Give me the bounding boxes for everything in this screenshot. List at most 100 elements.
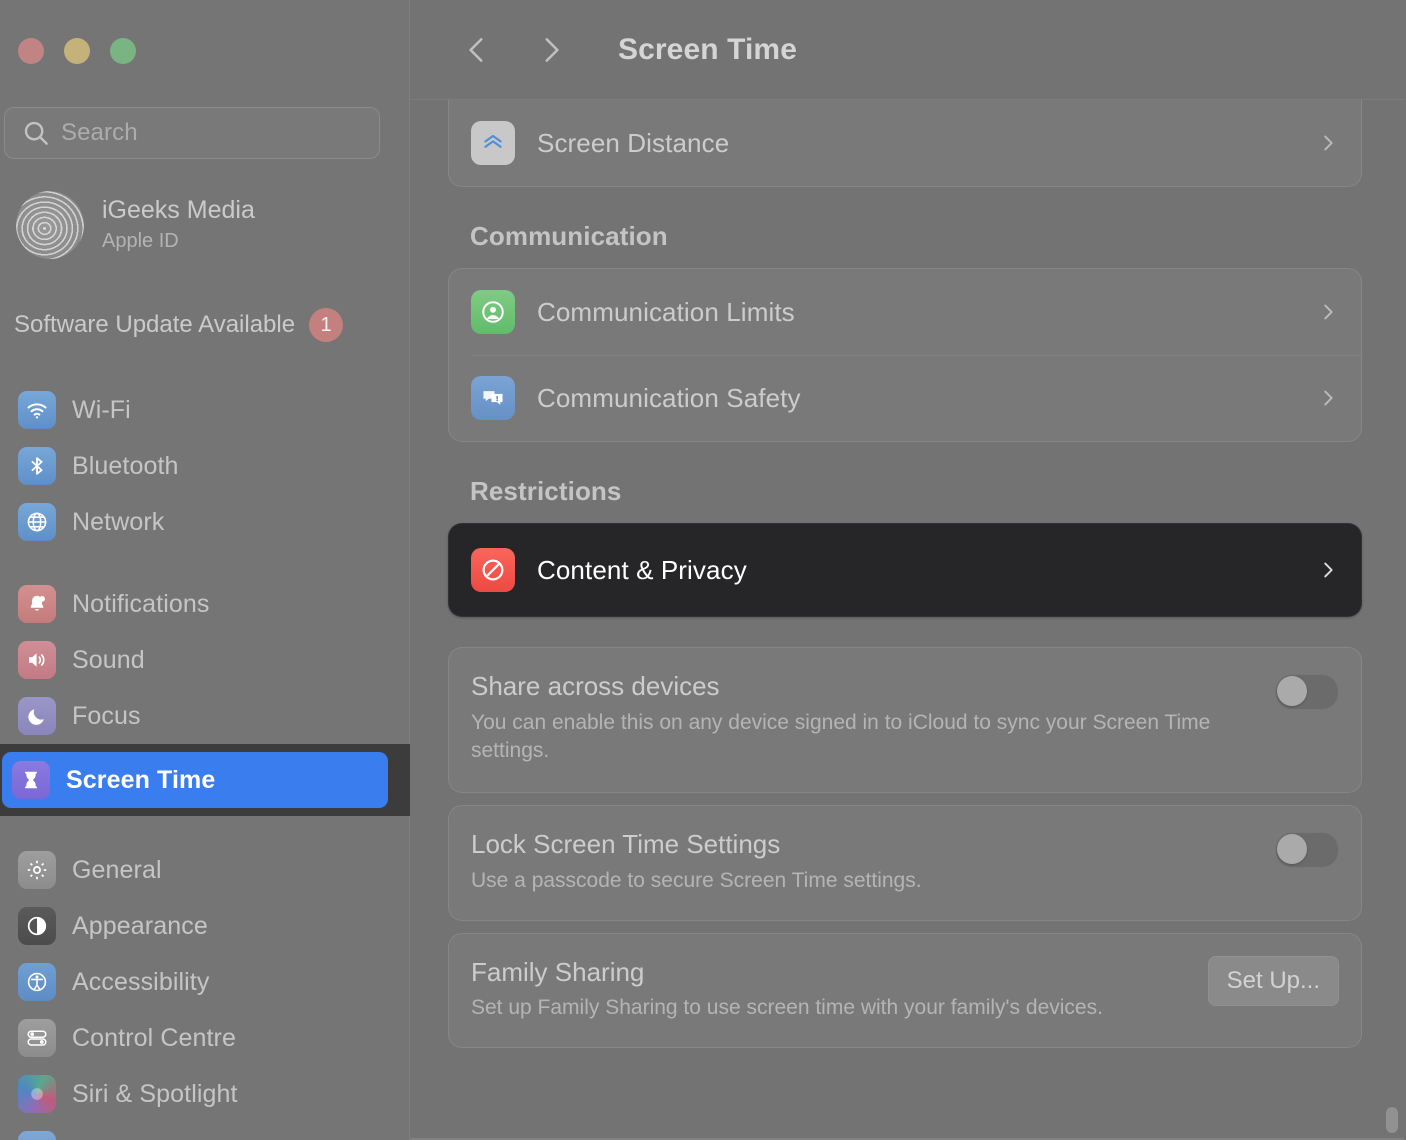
- search-input[interactable]: Search: [4, 107, 380, 159]
- sidebar-item-label: Focus: [72, 702, 141, 731]
- sidebar-item-bluetooth[interactable]: Bluetooth: [12, 438, 398, 494]
- chevron-right-icon[interactable]: [524, 23, 578, 77]
- sidebar-group-system: Notifications Sound: [0, 576, 410, 816]
- lock-screen-time-card: Lock Screen Time Settings Use a passcode…: [448, 805, 1362, 920]
- screen-distance-icon: [471, 121, 515, 165]
- gear-icon: [18, 851, 56, 889]
- sidebar-item-label: General: [72, 856, 162, 885]
- sidebar-item-screen-time[interactable]: Screen Time: [0, 744, 410, 816]
- sidebar-item-control-centre[interactable]: Control Centre: [12, 1010, 398, 1066]
- sidebar-group-general: General Appearance: [0, 842, 410, 1140]
- share-across-devices-description: You can enable this on any device signed…: [471, 709, 1251, 767]
- sidebar-item-notifications[interactable]: Notifications: [12, 576, 398, 632]
- sidebar-nav: Wi-Fi Bluetooth: [0, 382, 410, 1140]
- toggle-knob: [1277, 834, 1307, 864]
- sidebar-item-network[interactable]: Network: [12, 494, 398, 550]
- share-across-devices-title: Share across devices: [471, 670, 1255, 703]
- sidebar-item-label: Wi-Fi: [72, 396, 131, 425]
- traffic-lights: [18, 38, 136, 64]
- chevron-left-icon[interactable]: [450, 23, 504, 77]
- page-title: Screen Time: [618, 33, 797, 67]
- update-badge: 1: [309, 308, 343, 342]
- sidebar-item-wifi[interactable]: Wi-Fi: [12, 382, 398, 438]
- lock-screen-time-description: Use a passcode to secure Screen Time set…: [471, 867, 1251, 896]
- communication-safety-icon: [471, 376, 515, 420]
- share-across-devices-toggle[interactable]: [1275, 674, 1339, 710]
- section-title-communication: Communication: [470, 221, 1362, 252]
- lock-screen-time-title: Lock Screen Time Settings: [471, 828, 1255, 861]
- sidebar-item-siri-spotlight[interactable]: Siri & Spotlight: [12, 1066, 398, 1122]
- switches-icon: [18, 1019, 56, 1057]
- system-settings-window: Search iGeeks Media Apple ID Software Up…: [0, 0, 1406, 1140]
- communication-card: Communication Limits: [448, 268, 1362, 442]
- sidebar-item-label: Notifications: [72, 590, 209, 619]
- close-button[interactable]: [18, 38, 44, 64]
- chevron-right-icon: [1317, 132, 1339, 154]
- account-row[interactable]: iGeeks Media Apple ID: [12, 185, 392, 265]
- network-icon: [18, 503, 56, 541]
- section-title-restrictions: Restrictions: [470, 476, 1362, 507]
- vertical-scrollbar[interactable]: [1386, 1107, 1398, 1133]
- sidebar-item-label: Network: [72, 508, 164, 537]
- chevron-right-icon: [1317, 387, 1339, 409]
- sidebar-item-label: Bluetooth: [72, 452, 179, 481]
- chevron-right-icon: [1317, 559, 1339, 581]
- row-label: Content & Privacy: [537, 555, 747, 586]
- row-content-privacy[interactable]: Content & Privacy: [449, 524, 1361, 616]
- toggle-knob: [1277, 676, 1307, 706]
- settings-scroll-area[interactable]: Screen Distance Communication: [410, 100, 1406, 1139]
- minimize-button[interactable]: [64, 38, 90, 64]
- siri-icon: [18, 1075, 56, 1113]
- lock-screen-time-toggle[interactable]: [1275, 832, 1339, 868]
- sidebar-item-accessibility[interactable]: Accessibility: [12, 954, 398, 1010]
- sidebar-item-label: Appearance: [72, 912, 208, 941]
- family-sharing-title: Family Sharing: [471, 956, 1188, 989]
- speaker-icon: [18, 641, 56, 679]
- main-content: Screen Time Screen Distance: [410, 0, 1406, 1140]
- account-subtitle: Apple ID: [102, 228, 255, 254]
- avatar: [16, 191, 84, 259]
- accessibility-icon: [18, 963, 56, 1001]
- toolbar: Screen Time: [410, 0, 1406, 100]
- maximize-button[interactable]: [110, 38, 136, 64]
- sidebar-item-label: Privacy & Security: [72, 1136, 277, 1140]
- contrast-icon: [18, 907, 56, 945]
- sidebar-item-sound[interactable]: Sound: [12, 632, 398, 688]
- content-privacy-icon: [471, 548, 515, 592]
- moon-icon: [18, 697, 56, 735]
- toolbar-divider: [410, 99, 1404, 100]
- row-communication-limits[interactable]: Communication Limits: [449, 269, 1361, 355]
- row-communication-safety[interactable]: Communication Safety: [449, 355, 1361, 441]
- share-across-devices-card: Share across devices You can enable this…: [448, 647, 1362, 793]
- row-label: Communication Safety: [537, 383, 801, 414]
- family-sharing-card: Family Sharing Set up Family Sharing to …: [448, 933, 1362, 1048]
- row-screen-distance[interactable]: Screen Distance: [449, 100, 1361, 186]
- sidebar: Search iGeeks Media Apple ID Software Up…: [0, 0, 410, 1140]
- row-label: Screen Distance: [537, 128, 729, 159]
- search-icon: [21, 118, 51, 148]
- family-sharing-setup-button[interactable]: Set Up...: [1208, 956, 1339, 1006]
- communication-limits-icon: [471, 290, 515, 334]
- bell-icon: [18, 585, 56, 623]
- row-label: Communication Limits: [537, 297, 795, 328]
- screen-distance-card: Screen Distance: [448, 100, 1362, 187]
- family-sharing-description: Set up Family Sharing to use screen time…: [471, 994, 1188, 1023]
- content-privacy-card: Content & Privacy: [448, 523, 1362, 617]
- sidebar-item-general[interactable]: General: [12, 842, 398, 898]
- sidebar-item-label: Accessibility: [72, 968, 209, 997]
- search-placeholder: Search: [61, 119, 138, 147]
- sidebar-item-label: Control Centre: [72, 1024, 236, 1053]
- wifi-icon: [18, 391, 56, 429]
- software-update-row[interactable]: Software Update Available 1: [12, 302, 394, 348]
- software-update-label: Software Update Available: [14, 311, 295, 339]
- sidebar-item-label: Sound: [72, 646, 145, 675]
- bluetooth-icon: [18, 447, 56, 485]
- sidebar-group-network: Wi-Fi Bluetooth: [0, 382, 410, 550]
- sidebar-item-privacy-security[interactable]: Privacy & Security: [12, 1122, 398, 1140]
- sidebar-item-label: Siri & Spotlight: [72, 1080, 238, 1109]
- account-name: iGeeks Media: [102, 196, 255, 226]
- sidebar-item-appearance[interactable]: Appearance: [12, 898, 398, 954]
- sidebar-item-label: Screen Time: [66, 766, 215, 795]
- chevron-right-icon: [1317, 301, 1339, 323]
- sidebar-item-focus[interactable]: Focus: [12, 688, 398, 744]
